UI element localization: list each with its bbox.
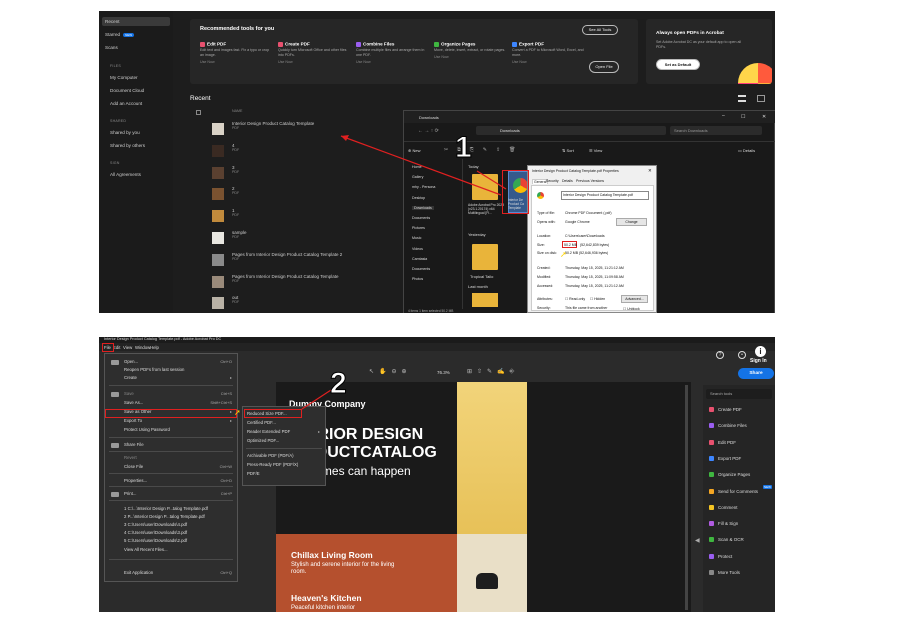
annotation-arrow-2 [301, 389, 332, 410]
step-2-label: 2 [330, 367, 348, 401]
file-highlight-box [502, 170, 529, 214]
step-1-label: 1 [455, 131, 473, 165]
acrobat-home-screenshot: Recent Starred NEW Scans FILES My Compute… [99, 11, 775, 313]
annotation-arrows [340, 135, 507, 196]
acrobat-editor-screenshot: Interior Design Product Catalog Template… [99, 337, 775, 612]
arrow-to-file [340, 135, 502, 196]
arrow-to-reduced-size [301, 389, 332, 410]
